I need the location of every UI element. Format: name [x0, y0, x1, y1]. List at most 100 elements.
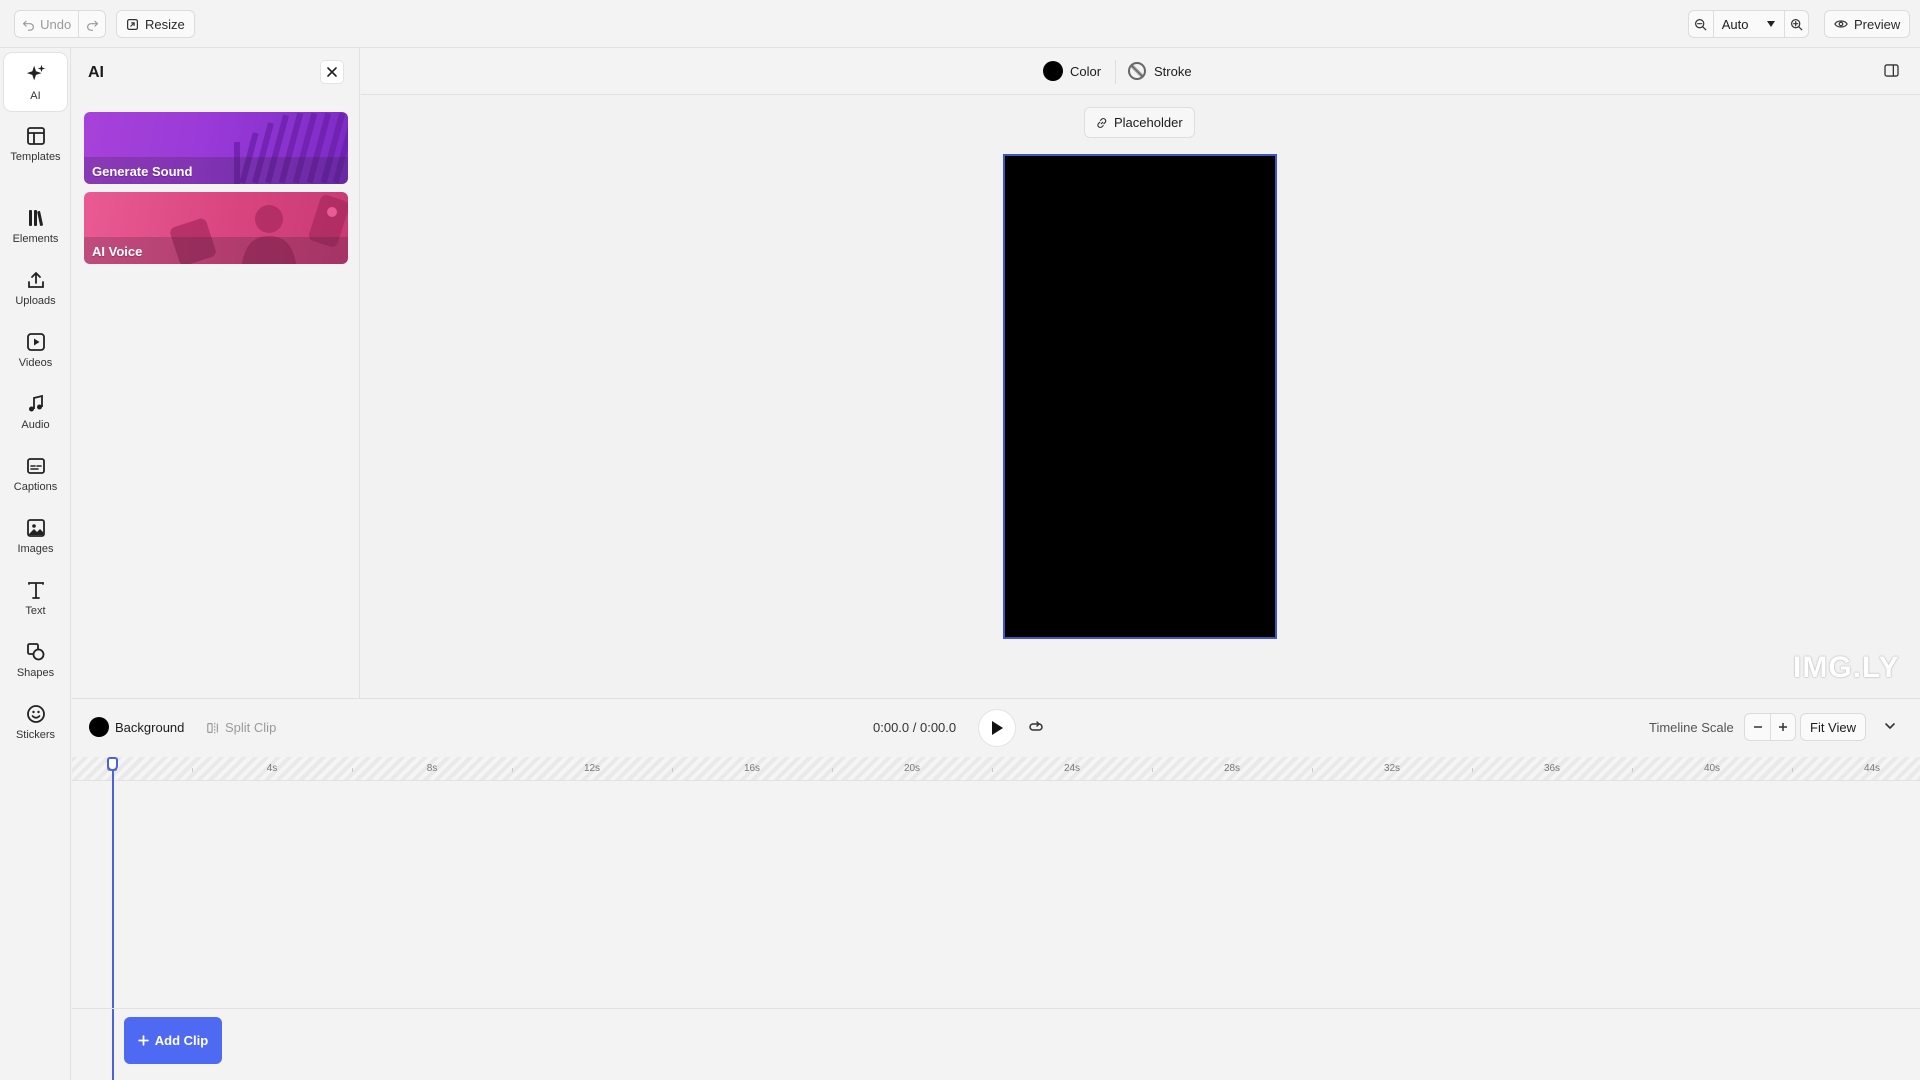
- ruler-minor-tick: [832, 768, 833, 772]
- color-control[interactable]: Color: [1043, 61, 1101, 81]
- text-icon: [26, 580, 46, 600]
- timeline-controls: Background Split Clip 0:00.0 / 0:00.0 Ti…: [72, 699, 1920, 757]
- stroke-control[interactable]: Stroke: [1127, 61, 1192, 81]
- play-button[interactable]: [978, 709, 1016, 747]
- ruler-minor-tick: [1632, 768, 1633, 772]
- placeholder-button[interactable]: Placeholder: [1084, 107, 1195, 138]
- loop-button[interactable]: [1028, 719, 1044, 735]
- layout-icon: [26, 126, 46, 146]
- split-clip-button[interactable]: Split Clip: [206, 720, 276, 735]
- placeholder-label: Placeholder: [1114, 115, 1183, 130]
- zoom-in-button[interactable]: [1784, 11, 1808, 37]
- background-control[interactable]: Background: [89, 717, 184, 737]
- no-stroke-icon: [1127, 61, 1147, 81]
- rail-item-shapes[interactable]: Shapes: [4, 631, 67, 689]
- timeline: Background Split Clip 0:00.0 / 0:00.0 Ti…: [72, 698, 1920, 1080]
- rail-item-audio[interactable]: Audio: [4, 383, 67, 441]
- ruler-minor-tick: [192, 768, 193, 772]
- play-icon: [990, 720, 1004, 736]
- ruler-tick: 28s: [1223, 763, 1241, 774]
- zoom-select[interactable]: Auto: [1712, 11, 1784, 37]
- rail-item-stickers[interactable]: Stickers: [4, 693, 67, 751]
- ruler-tick: 44s: [1863, 763, 1881, 774]
- shapes-icon: [26, 642, 46, 662]
- ruler-tick: 16s: [743, 763, 761, 774]
- rail-item-images[interactable]: Images: [4, 507, 67, 565]
- split-label: Split Clip: [225, 720, 277, 735]
- timeline-scale-group: [1744, 713, 1796, 741]
- caret-down-icon: [1766, 20, 1776, 28]
- ai-voice-card[interactable]: AI Voice: [84, 192, 348, 264]
- ruler-tick: 36s: [1543, 763, 1561, 774]
- zoom-out-icon: [1694, 18, 1707, 31]
- rail-item-captions[interactable]: Captions: [4, 445, 67, 503]
- toggle-inspector-button[interactable]: [1884, 64, 1899, 77]
- rail-label: Stickers: [15, 728, 56, 741]
- captions-icon: [26, 456, 46, 476]
- canvas-page[interactable]: [1003, 154, 1277, 639]
- history-group: Undo: [14, 10, 106, 38]
- undo-button[interactable]: Undo: [15, 11, 78, 37]
- scale-increase-button[interactable]: [1770, 714, 1795, 740]
- background-label: Background: [115, 719, 185, 735]
- rail-item-templates[interactable]: Templates: [4, 115, 67, 173]
- rail-item-ai[interactable]: AI: [4, 53, 67, 111]
- plus-icon: [1778, 722, 1788, 732]
- redo-button[interactable]: [78, 11, 105, 37]
- color-swatch: [1043, 61, 1063, 81]
- rail-label: AI: [30, 89, 41, 102]
- ruler-minor-tick: [512, 768, 513, 772]
- card-label: Generate Sound: [84, 157, 348, 184]
- close-panel-button[interactable]: [320, 60, 344, 84]
- top-toolbar: Undo Resize Auto Preview: [0, 0, 1920, 48]
- redo-icon: [86, 18, 99, 31]
- chevron-down-icon: [1884, 720, 1896, 732]
- ruler-minor-tick: [992, 768, 993, 772]
- left-rail: AI Templates Elements Uploads Videos Aud…: [0, 48, 71, 1080]
- rail-label: Videos: [18, 356, 53, 369]
- zoom-out-button[interactable]: [1689, 11, 1713, 37]
- rail-label: Elements: [12, 232, 59, 245]
- time-display: 0:00.0 / 0:00.0: [873, 720, 957, 735]
- stroke-label: Stroke: [1154, 63, 1192, 79]
- rail-item-uploads[interactable]: Uploads: [4, 259, 67, 317]
- zoom-in-icon: [1790, 18, 1803, 31]
- split-icon: [206, 721, 220, 735]
- fit-view-button[interactable]: Fit View: [1800, 713, 1866, 741]
- sticker-icon: [26, 704, 46, 724]
- ruler-minor-tick: [1792, 768, 1793, 772]
- undo-icon: [22, 18, 35, 31]
- card-label: AI Voice: [84, 237, 348, 264]
- resize-button[interactable]: Resize: [116, 10, 195, 38]
- eye-icon: [1834, 18, 1848, 30]
- preview-button[interactable]: Preview: [1824, 10, 1911, 38]
- preview-label: Preview: [1854, 16, 1901, 32]
- rail-label: Shapes: [16, 666, 55, 679]
- rail-item-videos[interactable]: Videos: [4, 321, 67, 379]
- scale-decrease-button[interactable]: [1745, 714, 1770, 740]
- ruler-tick: 20s: [903, 763, 921, 774]
- rail-item-elements[interactable]: Elements: [4, 197, 67, 255]
- inspector-bar: Color Stroke: [361, 48, 1920, 95]
- library-icon: [26, 208, 46, 228]
- ruler-minor-tick: [1472, 768, 1473, 772]
- ruler-tick: 12s: [583, 763, 601, 774]
- canvas-area: Color Stroke Placeholder IMG.LY: [361, 48, 1920, 698]
- playhead-line[interactable]: [112, 765, 114, 1080]
- rail-label: Uploads: [15, 294, 56, 307]
- rail-label: Captions: [13, 480, 58, 493]
- collapse-timeline-button[interactable]: [1884, 720, 1896, 732]
- ai-panel: AI Generate Sound AI Voice: [72, 48, 360, 698]
- rail-label: Text: [25, 604, 46, 617]
- ruler-tick: 4s: [266, 763, 278, 774]
- timeline-ruler[interactable]: 0s 4s 8s 12s 16s 20s 24s 28s 32s 36s 40s…: [72, 757, 1920, 781]
- playhead-handle[interactable]: [107, 757, 118, 771]
- close-icon: [326, 66, 338, 78]
- ruler-tick: 24s: [1063, 763, 1081, 774]
- rail-item-text[interactable]: Text: [4, 569, 67, 627]
- add-clip-button[interactable]: Add Clip: [124, 1017, 222, 1064]
- background-swatch: [89, 717, 109, 737]
- resize-icon: [126, 18, 139, 31]
- timeline-scale-label: Timeline Scale: [1649, 720, 1734, 735]
- generate-sound-card[interactable]: Generate Sound: [84, 112, 348, 184]
